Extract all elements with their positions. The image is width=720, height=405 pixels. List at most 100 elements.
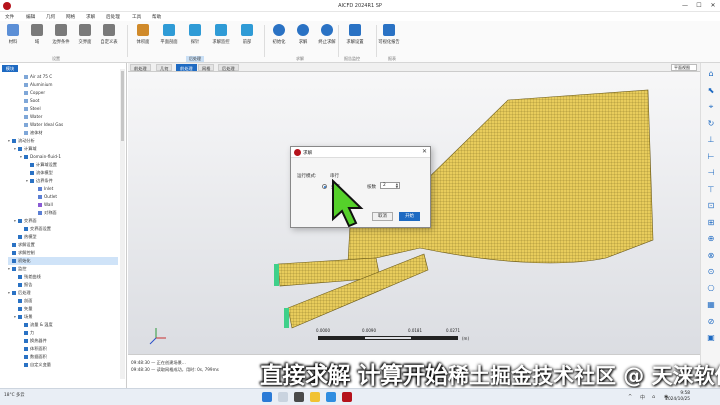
- view-tab[interactable]: 前处理: [176, 64, 197, 71]
- tree-item[interactable]: ▾ 交界面: [14, 217, 37, 225]
- tree-item[interactable]: 自定义变量: [20, 361, 51, 369]
- view-tool-icon[interactable]: ⊤: [706, 185, 716, 195]
- view-tool-icon[interactable]: ⎔: [706, 284, 716, 294]
- search-icon[interactable]: [278, 392, 288, 402]
- tree-item[interactable]: 流量 & 温度: [20, 321, 53, 329]
- tree-item[interactable]: ▾ Domain-fluid-1: [20, 153, 61, 161]
- view-tool-icon[interactable]: ⊡: [706, 201, 716, 211]
- tree-item[interactable]: 求解设置: [8, 241, 35, 249]
- file-explorer-icon[interactable]: [310, 392, 320, 402]
- tree-item[interactable]: Aluminium: [20, 81, 52, 89]
- inlet-face-upper[interactable]: [274, 264, 279, 286]
- ribbon-button[interactable]: 域: [26, 24, 48, 52]
- view-tool-icon[interactable]: ⊕: [706, 234, 716, 244]
- menu-file[interactable]: 文件: [5, 14, 14, 20]
- tree-item[interactable]: 计算域设置: [26, 161, 57, 169]
- menu-geometry[interactable]: 几何: [46, 14, 55, 20]
- ribbon-button[interactable]: 边界条件: [50, 24, 72, 52]
- tree-item[interactable]: 初始化: [8, 257, 118, 265]
- cancel-button[interactable]: 取消: [372, 212, 393, 221]
- ribbon-button[interactable]: 自定义表: [98, 24, 120, 52]
- close-button[interactable]: ✕: [708, 2, 718, 10]
- menu-help[interactable]: 帮助: [152, 14, 161, 20]
- tree-scrollbar[interactable]: [120, 69, 125, 379]
- tree-item[interactable]: 残差曲线: [14, 273, 41, 281]
- ribbon-button[interactable]: 交界面: [74, 24, 96, 52]
- ribbon-button[interactable]: 求解: [292, 24, 314, 52]
- view-tab[interactable]: 几何: [156, 64, 173, 71]
- tree-item[interactable]: ▾ 后处理: [8, 289, 31, 297]
- minimize-button[interactable]: —: [680, 2, 690, 10]
- menu-postprocess[interactable]: 后处理: [106, 14, 120, 20]
- ribbon-button[interactable]: 体积面: [132, 24, 154, 52]
- tree-item[interactable]: Water Ideal Gas: [20, 121, 63, 129]
- view-tab[interactable]: 网格: [198, 64, 215, 71]
- parallel-radio[interactable]: [322, 184, 327, 189]
- ribbon-button[interactable]: 终止求解: [316, 24, 338, 52]
- tree-item[interactable]: 求解控制: [8, 249, 35, 257]
- ribbon-button[interactable]: 求解监控: [210, 24, 232, 52]
- tree-item[interactable]: ▾ 计算域: [14, 145, 37, 153]
- tree-item[interactable]: ▾ 边界条件: [26, 177, 53, 185]
- view-tool-icon[interactable]: ⬉: [706, 86, 716, 96]
- spin-arrows-icon[interactable]: ▲ ▼: [396, 183, 398, 189]
- tree-item[interactable]: 热模型: [14, 233, 37, 241]
- edge-browser-icon[interactable]: [326, 392, 336, 402]
- tree-item[interactable]: 交界面设置: [20, 225, 51, 233]
- weather-widget[interactable]: 18°C 多云: [4, 392, 25, 398]
- clock-date[interactable]: 2024/10/25: [665, 397, 690, 402]
- tree-item[interactable]: Air at 75 C: [20, 73, 52, 81]
- tree-item[interactable]: ▾ 场景: [14, 313, 32, 321]
- tree-item[interactable]: 力: [20, 329, 34, 337]
- tree-item[interactable]: ▾ 监控: [8, 265, 26, 273]
- view-tool-icon[interactable]: ⌂: [706, 69, 716, 79]
- threads-spinbox[interactable]: 2 ▲ ▼: [380, 182, 400, 189]
- tree-item[interactable]: 流体模型: [26, 169, 53, 177]
- tree-item[interactable]: Steel: [20, 105, 41, 113]
- menu-solve[interactable]: 求解: [86, 14, 95, 20]
- view-tool-icon[interactable]: ▣: [706, 333, 716, 343]
- ribbon-button[interactable]: 前部: [236, 24, 258, 52]
- tree-item[interactable]: ▾ 流动分析: [8, 137, 35, 145]
- menu-edit[interactable]: 编辑: [26, 14, 35, 20]
- view-tool-icon[interactable]: ⊞: [706, 218, 716, 228]
- tree-item[interactable]: 报告: [14, 281, 32, 289]
- inlet-face-lower[interactable]: [284, 308, 289, 328]
- dialog-close-button[interactable]: ✕: [422, 148, 427, 155]
- tree-item[interactable]: 矢量: [14, 305, 32, 313]
- tree-item[interactable]: Copper: [20, 89, 45, 97]
- scrollbar-thumb[interactable]: [121, 71, 124, 141]
- tree-item[interactable]: Water: [20, 113, 42, 121]
- view-tool-icon[interactable]: ⌖: [706, 102, 716, 112]
- tree-item[interactable]: 液体材: [20, 129, 43, 137]
- menu-mesh[interactable]: 网格: [66, 14, 75, 20]
- tree-item[interactable]: Inlet: [34, 185, 53, 193]
- view-tool-icon[interactable]: ⊘: [706, 317, 716, 327]
- menu-tools[interactable]: 工具: [132, 14, 141, 20]
- tree-item[interactable]: Wall: [34, 201, 53, 209]
- view-tool-icon[interactable]: ⊥: [706, 135, 716, 145]
- tree-item[interactable]: Outlet: [34, 193, 57, 201]
- ribbon-button[interactable]: 初始化: [268, 24, 290, 52]
- ribbon-button[interactable]: 材料: [2, 24, 24, 52]
- ime-icon[interactable]: 中: [640, 394, 645, 401]
- tray-chevron-icon[interactable]: ^: [628, 394, 632, 400]
- task-view-icon[interactable]: [294, 392, 304, 402]
- view-tab[interactable]: 前处理: [130, 64, 151, 71]
- view-tool-icon[interactable]: ↻: [706, 119, 716, 129]
- maximize-button[interactable]: ☐: [694, 2, 704, 10]
- windows-start-icon[interactable]: [262, 392, 272, 402]
- tree-item[interactable]: 体积面积: [20, 345, 47, 353]
- network-icon[interactable]: ⌂: [652, 394, 655, 400]
- ribbon-button[interactable]: 求解设置: [344, 24, 366, 52]
- tree-item[interactable]: 换热器件: [20, 337, 47, 345]
- tree-item[interactable]: 剖面: [14, 297, 32, 305]
- panel-tab-model[interactable]: 模块: [2, 65, 18, 72]
- clock-time[interactable]: 9:58: [680, 391, 690, 396]
- tree-item[interactable]: 对称面: [34, 209, 57, 217]
- tree-item[interactable]: 数据面积: [20, 353, 47, 361]
- tree-item[interactable]: Soot: [20, 97, 39, 105]
- ribbon-button[interactable]: 探针: [184, 24, 206, 52]
- ribbon-button[interactable]: 可视化报告: [378, 24, 400, 52]
- view-mode-select[interactable]: 平面视图: [671, 64, 697, 71]
